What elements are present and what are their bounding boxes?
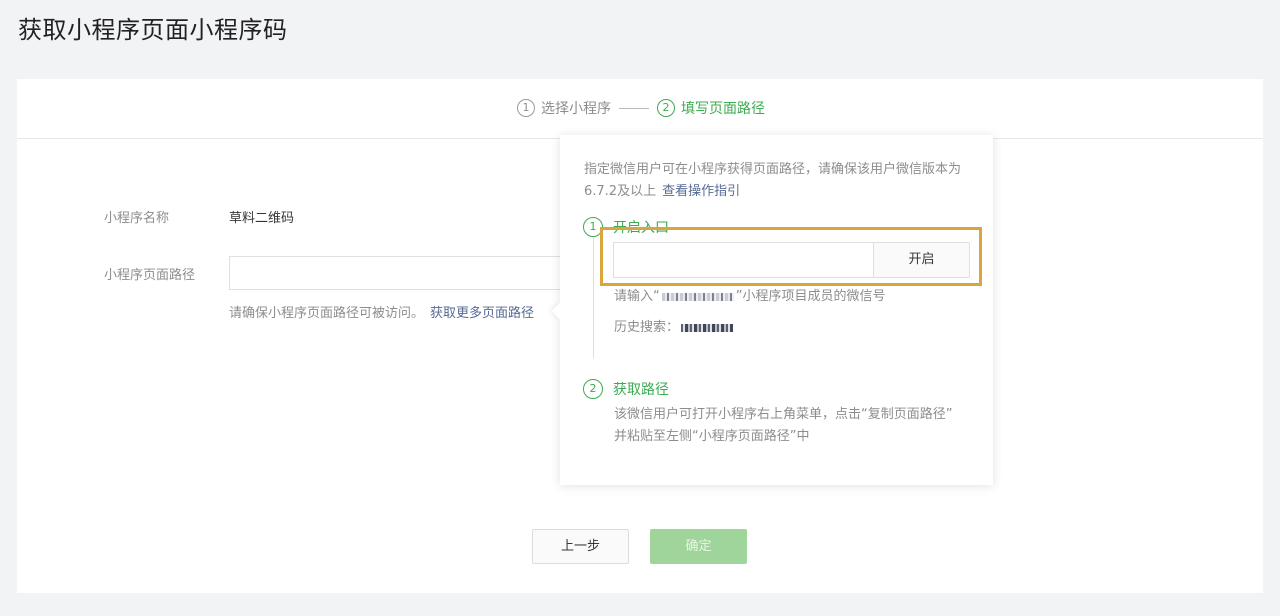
history-item-redacted[interactable] (681, 323, 734, 332)
highlight-box (600, 227, 982, 286)
search-history: 历史搜索： (614, 317, 735, 339)
steps-timeline-line (593, 238, 594, 358)
miniprogram-name-label: 小程序名称 (104, 211, 170, 226)
miniprogram-name-value: 草料二维码 (229, 211, 295, 226)
get-path-desc-line2: 并粘贴至左侧“小程序页面路径”中 (614, 429, 810, 444)
substep-number: 2 (583, 379, 603, 399)
step-indicator: 1 选择小程序 2 填写页面路径 (17, 79, 1263, 139)
wechat-id-note: 请输入“ ”小程序项目成员的微信号 (614, 286, 886, 308)
path-help-popover: 指定微信用户可在小程序获得页面路径，请确保该用户微信版本为6.7.2及以上 查看操… (551, 135, 993, 485)
step-select-miniprogram: 1 选择小程序 (517, 98, 611, 118)
substep-get-path: 2 获取路径 (583, 379, 669, 399)
page-title: 获取小程序页面小程序码 (18, 16, 288, 44)
prev-step-button[interactable]: 上一步 (532, 529, 629, 564)
history-label: 历史搜索： (614, 320, 680, 335)
hint-text: 请确保小程序页面路径可被访问。 (229, 306, 425, 321)
note-suffix: ”小程序项目成员的微信号 (735, 289, 886, 304)
more-paths-link[interactable]: 获取更多页面路径 (430, 306, 534, 321)
page-path-input[interactable] (229, 256, 569, 290)
get-path-desc-line1: 该微信用户可打开小程序右上角菜单，点击“复制页面路径” (614, 407, 953, 422)
substep-title: 获取路径 (613, 382, 669, 398)
popover-desc-text: 指定微信用户可在小程序获得页面路径，请确保该用户微信版本为6.7.2及以上 (584, 162, 962, 199)
step-connector (619, 108, 649, 109)
redacted-name (661, 292, 734, 301)
step-number: 1 (517, 99, 535, 117)
view-guide-link[interactable]: 查看操作指引 (662, 184, 740, 199)
note-prefix: 请输入“ (614, 289, 660, 304)
step-fill-page-path: 2 填写页面路径 (657, 98, 765, 118)
popover-description: 指定微信用户可在小程序获得页面路径，请确保该用户微信版本为6.7.2及以上 查看操… (584, 159, 974, 203)
page-path-hint: 请确保小程序页面路径可被访问。 获取更多页面路径 (229, 302, 534, 321)
step-label: 填写页面路径 (681, 101, 765, 117)
confirm-button[interactable]: 确定 (650, 529, 747, 564)
step-label: 选择小程序 (541, 101, 611, 117)
page-path-label: 小程序页面路径 (104, 268, 196, 283)
step-number: 2 (657, 99, 675, 117)
